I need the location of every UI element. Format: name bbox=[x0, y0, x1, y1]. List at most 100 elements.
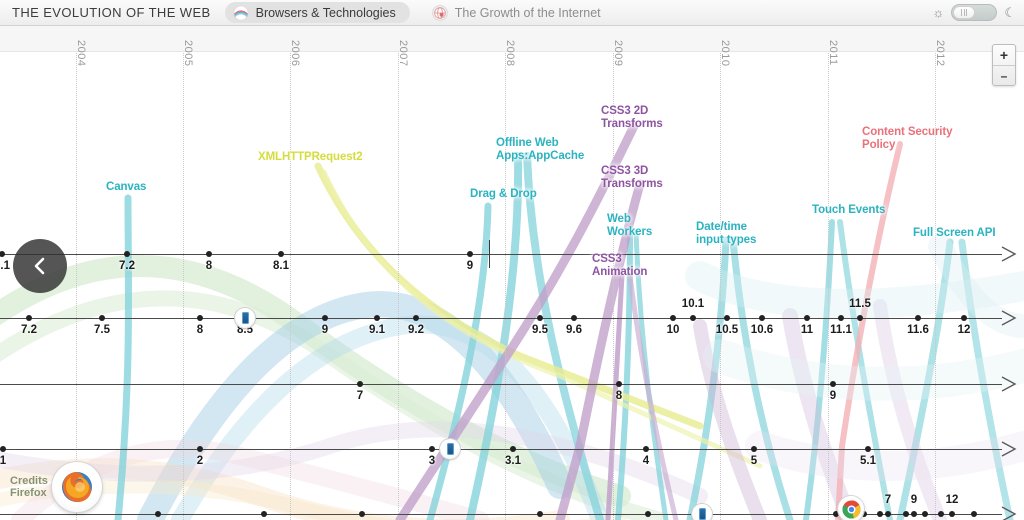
credits-label[interactable]: Credits bbox=[10, 475, 48, 487]
version-node[interactable] bbox=[830, 381, 836, 387]
tech-label-canvas[interactable]: Canvas bbox=[106, 181, 146, 194]
version-node[interactable] bbox=[537, 315, 543, 321]
zoom-out-button[interactable]: – bbox=[993, 65, 1015, 85]
version-node[interactable] bbox=[885, 511, 891, 517]
version-node[interactable] bbox=[99, 315, 105, 321]
version-node[interactable] bbox=[971, 511, 977, 517]
version-node[interactable] bbox=[261, 511, 267, 517]
version-node[interactable] bbox=[206, 251, 212, 257]
version-node[interactable] bbox=[903, 511, 909, 517]
credits-group[interactable]: Credits Firefox bbox=[10, 462, 102, 512]
tab-browsers-technologies[interactable]: Browsers & Technologies bbox=[224, 2, 410, 23]
version-node[interactable] bbox=[938, 511, 944, 517]
version-label[interactable]: 9 bbox=[830, 390, 836, 402]
version-node[interactable] bbox=[865, 446, 871, 452]
version-label[interactable]: 11.5 bbox=[849, 298, 871, 310]
credits-text[interactable]: Credits Firefox bbox=[10, 475, 48, 499]
version-node[interactable] bbox=[357, 381, 363, 387]
version-node[interactable] bbox=[359, 511, 365, 517]
tech-label-css3-animation[interactable]: CSS3 Animation bbox=[592, 253, 647, 279]
moon-icon[interactable]: ☾ bbox=[1004, 6, 1016, 19]
theme-toggle-switch[interactable] bbox=[951, 4, 998, 21]
tech-label-drag-drop[interactable]: Drag & Drop bbox=[470, 188, 537, 201]
version-label[interactable]: 9.1 bbox=[369, 324, 385, 336]
tech-label-full-screen-api[interactable]: Full Screen API bbox=[913, 227, 996, 240]
tech-label-web-workers[interactable]: Web Workers bbox=[607, 213, 652, 239]
version-label[interactable]: 4 bbox=[643, 455, 649, 467]
tech-label-css3-2d-transforms[interactable]: CSS3 2D Transforms bbox=[601, 105, 663, 131]
version-label[interactable]: 7 bbox=[885, 494, 891, 506]
tech-label-offline-web-apps-appcache[interactable]: Offline Web Apps:AppCache bbox=[496, 137, 584, 163]
zoom-controls[interactable]: + – bbox=[992, 44, 1016, 86]
version-label[interactable]: 11.6 bbox=[907, 324, 929, 336]
version-node[interactable] bbox=[155, 511, 161, 517]
version-node[interactable] bbox=[571, 315, 577, 321]
previous-button[interactable] bbox=[13, 239, 67, 293]
version-label[interactable]: 9.5 bbox=[532, 324, 548, 336]
version-node[interactable] bbox=[915, 315, 921, 321]
version-node[interactable] bbox=[278, 251, 284, 257]
version-label[interactable]: 7.2 bbox=[21, 324, 37, 336]
version-label[interactable]: 3.1 bbox=[505, 455, 521, 467]
mobile-release-marker[interactable] bbox=[440, 439, 460, 459]
version-node[interactable] bbox=[949, 511, 955, 517]
version-label[interactable]: 9.2 bbox=[408, 324, 424, 336]
version-node[interactable] bbox=[643, 446, 649, 452]
version-label[interactable]: 9 bbox=[322, 324, 328, 336]
sun-icon[interactable]: ☼ bbox=[932, 6, 944, 19]
tab-growth-of-internet[interactable]: The Growth of the Internet bbox=[424, 2, 615, 23]
version-node[interactable] bbox=[322, 315, 328, 321]
tech-label-touch-events[interactable]: Touch Events bbox=[812, 204, 885, 217]
version-label[interactable]: 9 bbox=[467, 260, 473, 272]
version-node[interactable] bbox=[838, 315, 844, 321]
version-label[interactable]: 10.6 bbox=[751, 324, 773, 336]
theme-toggle-knob[interactable] bbox=[953, 6, 976, 19]
version-node[interactable] bbox=[690, 315, 696, 321]
version-node[interactable] bbox=[961, 315, 967, 321]
version-label[interactable]: 12 bbox=[958, 324, 971, 336]
version-label[interactable]: 12 bbox=[946, 494, 959, 506]
version-node[interactable] bbox=[537, 511, 543, 517]
version-node[interactable] bbox=[877, 511, 883, 517]
version-label[interactable]: 8 bbox=[197, 324, 203, 336]
version-node[interactable] bbox=[413, 315, 419, 321]
version-node[interactable] bbox=[645, 511, 651, 517]
version-label[interactable]: 5 bbox=[751, 455, 757, 467]
firefox-label[interactable]: Firefox bbox=[10, 487, 48, 499]
version-label[interactable]: 5.1 bbox=[860, 455, 876, 467]
version-node[interactable] bbox=[26, 315, 32, 321]
timeline-canvas[interactable]: 2004 2005 2006 2007 2008 2009 2010 2011 2012 Can… bbox=[0, 26, 1024, 520]
version-node[interactable] bbox=[197, 315, 203, 321]
version-label[interactable]: 8 bbox=[206, 260, 212, 272]
version-node[interactable] bbox=[911, 511, 917, 517]
version-node[interactable] bbox=[922, 511, 928, 517]
version-node[interactable] bbox=[751, 446, 757, 452]
version-label[interactable]: 9.6 bbox=[566, 324, 582, 336]
version-node[interactable] bbox=[0, 446, 6, 452]
version-label[interactable]: 7.5 bbox=[94, 324, 110, 336]
version-node[interactable] bbox=[857, 315, 863, 321]
version-node[interactable] bbox=[124, 251, 130, 257]
version-node[interactable] bbox=[374, 315, 380, 321]
version-node[interactable] bbox=[759, 315, 765, 321]
version-label[interactable]: 7.1 bbox=[0, 260, 10, 272]
version-label[interactable]: 11 bbox=[801, 324, 813, 336]
version-label[interactable]: 2 bbox=[197, 455, 203, 467]
version-node[interactable] bbox=[510, 446, 516, 452]
version-label[interactable]: 10.5 bbox=[716, 324, 738, 336]
version-label[interactable]: 7 bbox=[357, 390, 363, 402]
version-node[interactable] bbox=[804, 315, 810, 321]
version-node[interactable] bbox=[670, 315, 676, 321]
tech-label-css3-3d-transforms[interactable]: CSS3 3D Transforms bbox=[601, 165, 663, 191]
version-label[interactable]: 11.1 bbox=[830, 324, 852, 336]
version-label[interactable]: 10 bbox=[667, 324, 680, 336]
tech-label-content-security-policy[interactable]: Content Security Policy bbox=[862, 126, 953, 152]
version-label[interactable]: 10.1 bbox=[682, 298, 704, 310]
version-label[interactable]: 7.2 bbox=[119, 260, 135, 272]
mobile-release-marker[interactable] bbox=[235, 308, 255, 328]
version-label[interactable]: 8.1 bbox=[273, 260, 289, 272]
zoom-in-button[interactable]: + bbox=[993, 45, 1015, 65]
version-label[interactable]: 3 bbox=[429, 455, 435, 467]
tech-label-date-time-input-types[interactable]: Date/time input types bbox=[696, 221, 756, 247]
version-label[interactable]: 1 bbox=[0, 455, 6, 467]
